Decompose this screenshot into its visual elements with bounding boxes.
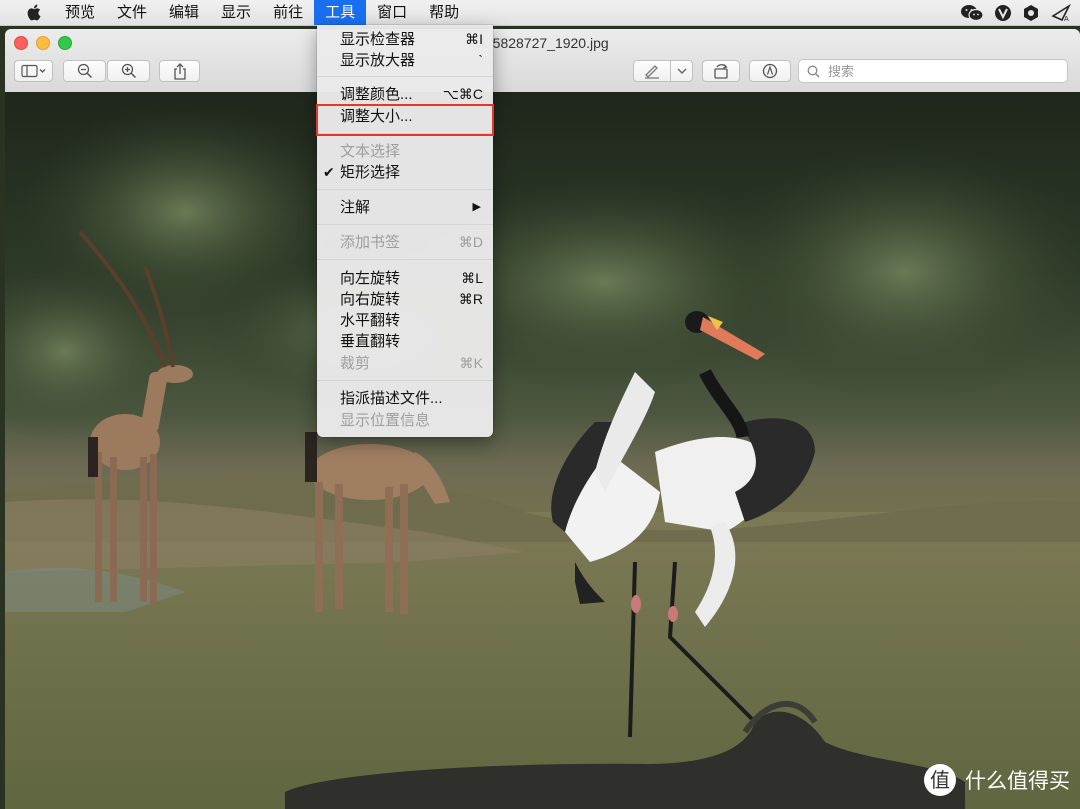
sidebar-icon <box>20 64 45 78</box>
sidebar-toggle-button[interactable] <box>14 60 53 82</box>
menu-item-adjust-color[interactable]: 调整颜色... ⌥⌘C <box>317 84 493 105</box>
share-icon <box>173 62 186 80</box>
window-title: rk-5828727_1920.jpg <box>476 35 609 51</box>
menu-separator <box>317 380 493 381</box>
rotate-icon <box>714 64 728 79</box>
svg-text:值: 值 <box>930 768 950 792</box>
menu-item-show-location-info: 显示位置信息 <box>340 412 431 429</box>
highlight-annotation-box <box>316 104 494 136</box>
settings-badge-icon[interactable] <box>1022 4 1040 22</box>
menu-item-flip-horizontal[interactable]: 水平翻转 <box>317 310 493 331</box>
vpn-icon[interactable] <box>994 4 1012 22</box>
search-icon <box>807 65 820 77</box>
menu-item-flip-vertical[interactable]: 垂直翻转 <box>317 331 493 352</box>
menu-separator <box>317 76 493 77</box>
menu-separator <box>317 259 493 260</box>
menu-bar: 预览 文件 编辑 显示 前往 工具 窗口 帮助 A <box>0 0 1080 26</box>
zoom-out-button[interactable] <box>63 60 106 82</box>
document-image <box>5 92 1080 809</box>
menu-item-show-magnifier[interactable]: 显示放大器 ` <box>317 50 493 71</box>
menu-view[interactable]: 显示 <box>210 0 262 25</box>
menu-item-rectangular-selection[interactable]: ✔ 矩形选择 <box>317 162 493 183</box>
menu-window[interactable]: 窗口 <box>366 0 418 25</box>
watermark-text: 什么值得买 <box>965 770 1070 793</box>
menu-item-add-bookmark: 添加书签 ⌘D <box>340 234 483 251</box>
menu-item-assign-profile[interactable]: 指派描述文件... <box>317 388 493 409</box>
search-field[interactable] <box>798 59 1068 83</box>
menu-item-show-inspector[interactable]: 显示检查器 ⌘I <box>317 29 493 50</box>
chevron-down-icon <box>677 68 686 74</box>
menu-item-rotate-left[interactable]: 向左旋转 ⌘L <box>317 268 493 289</box>
tools-menu: 显示检查器 ⌘I 显示放大器 ` 调整颜色... ⌥⌘C 调整大小... 文本选… <box>317 25 493 437</box>
status-tray: A <box>960 0 1072 25</box>
menu-separator <box>317 189 493 190</box>
zoom-out-icon <box>77 63 92 79</box>
menu-item-annotate[interactable]: 注解 ▶ <box>317 197 493 218</box>
share-button[interactable] <box>159 60 200 82</box>
rotate-button[interactable] <box>702 60 740 82</box>
menu-item-text-selection: 文本选择 <box>340 143 401 160</box>
menu-tools[interactable]: 工具 <box>314 0 367 25</box>
markup-dropdown-button[interactable] <box>670 60 693 82</box>
menu-go[interactable]: 前往 <box>262 0 314 25</box>
pen-icon <box>645 65 659 79</box>
airdrop-icon[interactable]: A <box>1050 3 1072 22</box>
checkmark-icon: ✔ <box>323 164 335 180</box>
markup-pen-button[interactable] <box>633 60 671 82</box>
menu-separator <box>317 224 493 225</box>
menu-preview[interactable]: 预览 <box>54 0 106 25</box>
watermark: 值 什么值得买 <box>923 763 1070 797</box>
smzdm-logo-icon: 值 <box>924 764 956 796</box>
zoom-in-button[interactable] <box>107 60 150 82</box>
search-input[interactable] <box>826 62 1050 80</box>
svg-text:A: A <box>1064 16 1069 22</box>
wechat-icon[interactable] <box>960 4 984 22</box>
menu-file[interactable]: 文件 <box>106 0 158 25</box>
photo-canvas <box>5 92 1080 809</box>
menu-help[interactable]: 帮助 <box>418 0 470 25</box>
markup-toolbar-button[interactable] <box>749 60 791 82</box>
title-bar: rk-5828727_1920.jpg <box>5 29 1080 93</box>
menu-item-rotate-right[interactable]: 向右旋转 ⌘R <box>317 289 493 310</box>
submenu-arrow-icon: ▶ <box>472 201 481 213</box>
apple-menu-icon[interactable] <box>22 0 44 25</box>
preview-window: rk-5828727_1920.jpg <box>5 29 1080 809</box>
menu-item-crop: 裁剪 ⌘K <box>340 355 483 372</box>
menu-edit[interactable]: 编辑 <box>158 0 210 25</box>
zoom-in-icon <box>121 63 136 79</box>
markup-icon <box>762 63 778 79</box>
